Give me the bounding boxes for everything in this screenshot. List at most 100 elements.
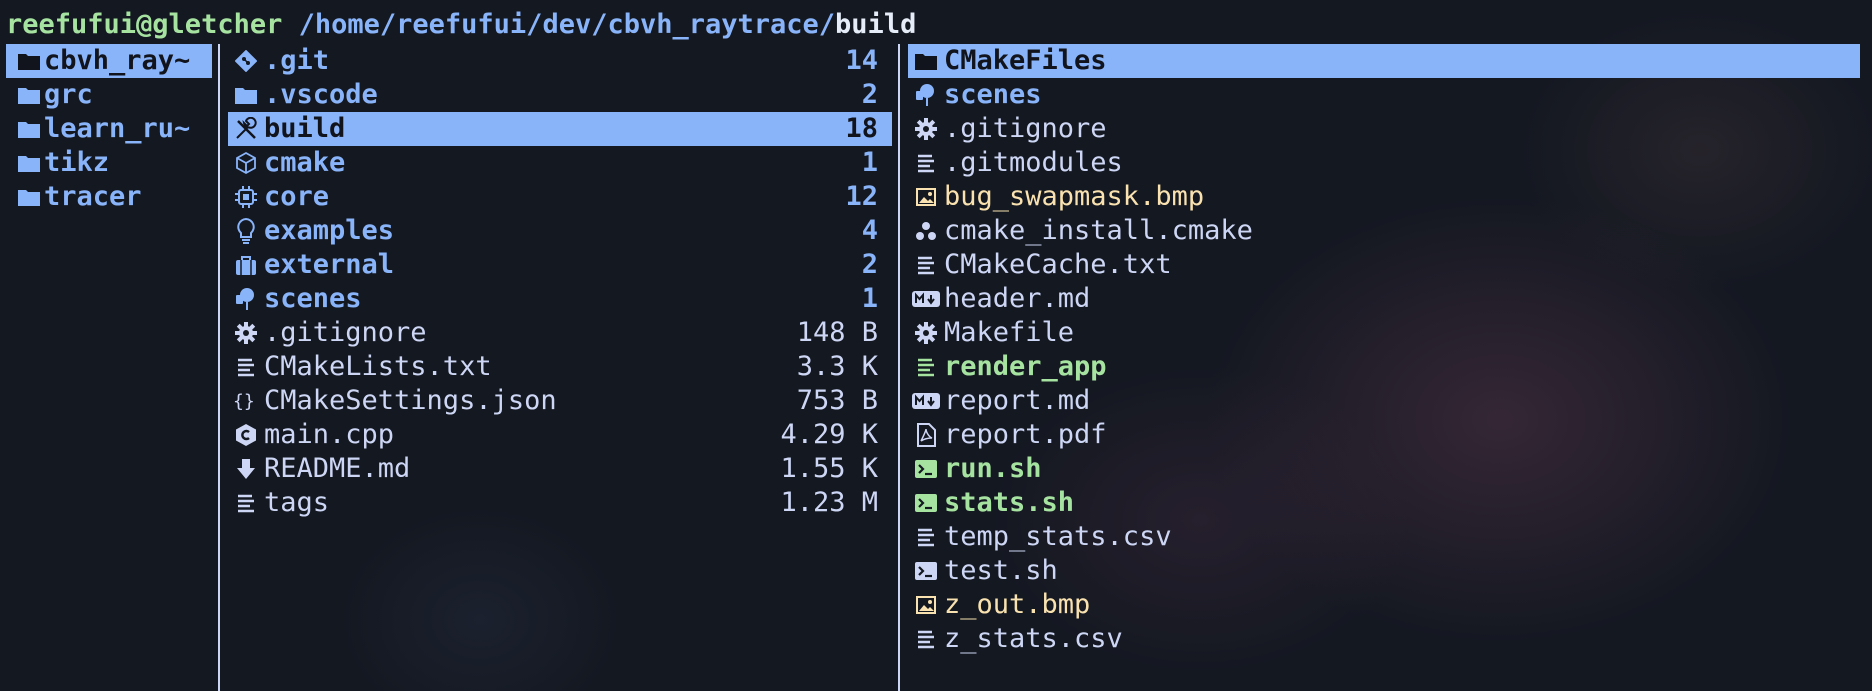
list-item[interactable]: CMakeCache.txt bbox=[908, 248, 1860, 282]
entry-name: grc bbox=[44, 79, 93, 110]
gear-icon bbox=[908, 117, 944, 141]
entry-size: 2 bbox=[861, 249, 878, 280]
list-item[interactable]: .git 14 bbox=[228, 44, 892, 78]
image-icon bbox=[908, 186, 944, 208]
folder-icon bbox=[908, 51, 944, 71]
entry-name: scenes bbox=[264, 283, 362, 314]
list-item[interactable]: .gitmodules bbox=[908, 146, 1860, 180]
list-item[interactable]: tags 1.23 M bbox=[228, 486, 892, 520]
list-item[interactable]: report.pdf bbox=[908, 418, 1860, 452]
list-item[interactable]: external 2 bbox=[228, 248, 892, 282]
folder-icon bbox=[14, 153, 44, 173]
entry-name: tikz bbox=[44, 147, 110, 178]
parent-directory-column: cbvh_ray~ grc learn_ru~ tikz tracer bbox=[6, 44, 212, 691]
entry-name: CMakeFiles bbox=[944, 45, 1107, 76]
chip-icon bbox=[228, 185, 264, 209]
list-item[interactable]: z_out.bmp bbox=[908, 588, 1860, 622]
list-item[interactable]: grc bbox=[6, 78, 212, 112]
text-file-icon bbox=[908, 526, 944, 548]
current-directory-column: .git 14 .vscode 2 build 18 cmake 1 core 12 example… bbox=[228, 44, 892, 691]
entry-name: Makefile bbox=[944, 317, 1075, 348]
text-file-icon bbox=[228, 356, 264, 378]
list-item[interactable]: cmake_install.cmake bbox=[908, 214, 1860, 248]
column-divider bbox=[218, 44, 220, 691]
entry-name: test.sh bbox=[944, 555, 1058, 586]
entry-size: 148 B bbox=[796, 317, 878, 348]
scene-icon bbox=[228, 286, 264, 312]
entry-name: CMakeSettings.json bbox=[264, 385, 557, 416]
list-item[interactable]: cmake 1 bbox=[228, 146, 892, 180]
entry-size: 753 B bbox=[796, 385, 878, 416]
column-divider bbox=[898, 44, 900, 691]
list-item[interactable]: CMakeLists.txt 3.3 K bbox=[228, 350, 892, 384]
list-item[interactable]: z_stats.csv bbox=[908, 622, 1860, 656]
text-file-icon bbox=[908, 628, 944, 650]
list-item[interactable]: header.md bbox=[908, 282, 1860, 316]
entry-size: 14 bbox=[845, 45, 878, 76]
entry-size: 4.29 K bbox=[780, 419, 878, 450]
list-item[interactable]: CMakeFiles bbox=[908, 44, 1860, 78]
folder-icon bbox=[14, 85, 44, 105]
entry-size: 1 bbox=[861, 147, 878, 178]
list-item[interactable]: temp_stats.csv bbox=[908, 520, 1860, 554]
scene-icon bbox=[908, 82, 944, 108]
list-item[interactable]: cbvh_ray~ bbox=[6, 44, 212, 78]
list-item[interactable]: test.sh bbox=[908, 554, 1860, 588]
list-item[interactable]: scenes bbox=[908, 78, 1860, 112]
entry-name: core bbox=[264, 181, 330, 212]
current-path: /home/reefufui/dev/cbvh_raytrace/ bbox=[298, 9, 836, 40]
list-item[interactable]: bug_swapmask.bmp bbox=[908, 180, 1860, 214]
list-item[interactable]: core 12 bbox=[228, 180, 892, 214]
list-item[interactable]: tracer bbox=[6, 180, 212, 214]
entry-name: tags bbox=[264, 487, 330, 518]
current-directory-name: build bbox=[835, 9, 917, 40]
entry-name: learn_ru~ bbox=[44, 113, 191, 144]
list-item[interactable]: build 18 bbox=[228, 112, 892, 146]
entry-size: 1.23 M bbox=[780, 487, 878, 518]
gear-icon bbox=[908, 321, 944, 345]
entry-size: 18 bbox=[845, 113, 878, 144]
list-item[interactable]: examples 4 bbox=[228, 214, 892, 248]
list-item[interactable]: .gitignore 148 B bbox=[228, 316, 892, 350]
json-icon: {} bbox=[228, 390, 264, 412]
entry-name: temp_stats.csv bbox=[944, 521, 1172, 552]
terminal-icon bbox=[908, 492, 944, 514]
entry-name: run.sh bbox=[944, 453, 1042, 484]
git-icon bbox=[228, 50, 264, 72]
entry-size: 3.3 K bbox=[796, 351, 878, 382]
list-item[interactable]: main.cpp 4.29 K bbox=[228, 418, 892, 452]
entry-name: .gitignore bbox=[264, 317, 427, 348]
image-icon bbox=[908, 594, 944, 616]
list-item[interactable]: render_app bbox=[908, 350, 1860, 384]
list-item[interactable]: .gitignore bbox=[908, 112, 1860, 146]
list-item[interactable]: run.sh bbox=[908, 452, 1860, 486]
entry-name: stats.sh bbox=[944, 487, 1075, 518]
entry-name: cmake bbox=[264, 147, 346, 178]
entry-name: .gitignore bbox=[944, 113, 1107, 144]
list-item[interactable]: stats.sh bbox=[908, 486, 1860, 520]
entry-size: 4 bbox=[861, 215, 878, 246]
download-arrow-icon bbox=[228, 457, 264, 481]
entry-name: .gitmodules bbox=[944, 147, 1123, 178]
list-item[interactable]: learn_ru~ bbox=[6, 112, 212, 146]
cube-icon bbox=[228, 151, 264, 175]
entry-name: CMakeCache.txt bbox=[944, 249, 1172, 280]
lightbulb-icon bbox=[228, 217, 264, 245]
list-item[interactable]: {} CMakeSettings.json 753 B bbox=[228, 384, 892, 418]
entry-name: tracer bbox=[44, 181, 142, 212]
terminal-icon bbox=[908, 560, 944, 582]
list-item[interactable]: README.md 1.55 K bbox=[228, 452, 892, 486]
list-item[interactable]: scenes 1 bbox=[228, 282, 892, 316]
folder-icon bbox=[14, 51, 44, 71]
terminal-icon bbox=[908, 458, 944, 480]
entry-size: 1 bbox=[861, 283, 878, 314]
entry-name: examples bbox=[264, 215, 395, 246]
list-item[interactable]: report.md bbox=[908, 384, 1860, 418]
list-item[interactable]: tikz bbox=[6, 146, 212, 180]
cpp-icon bbox=[228, 423, 264, 447]
entry-name: .git bbox=[264, 45, 330, 76]
entry-name: report.pdf bbox=[944, 419, 1107, 450]
list-item[interactable]: Makefile bbox=[908, 316, 1860, 350]
list-item[interactable]: .vscode 2 bbox=[228, 78, 892, 112]
entry-size: 2 bbox=[861, 79, 878, 110]
